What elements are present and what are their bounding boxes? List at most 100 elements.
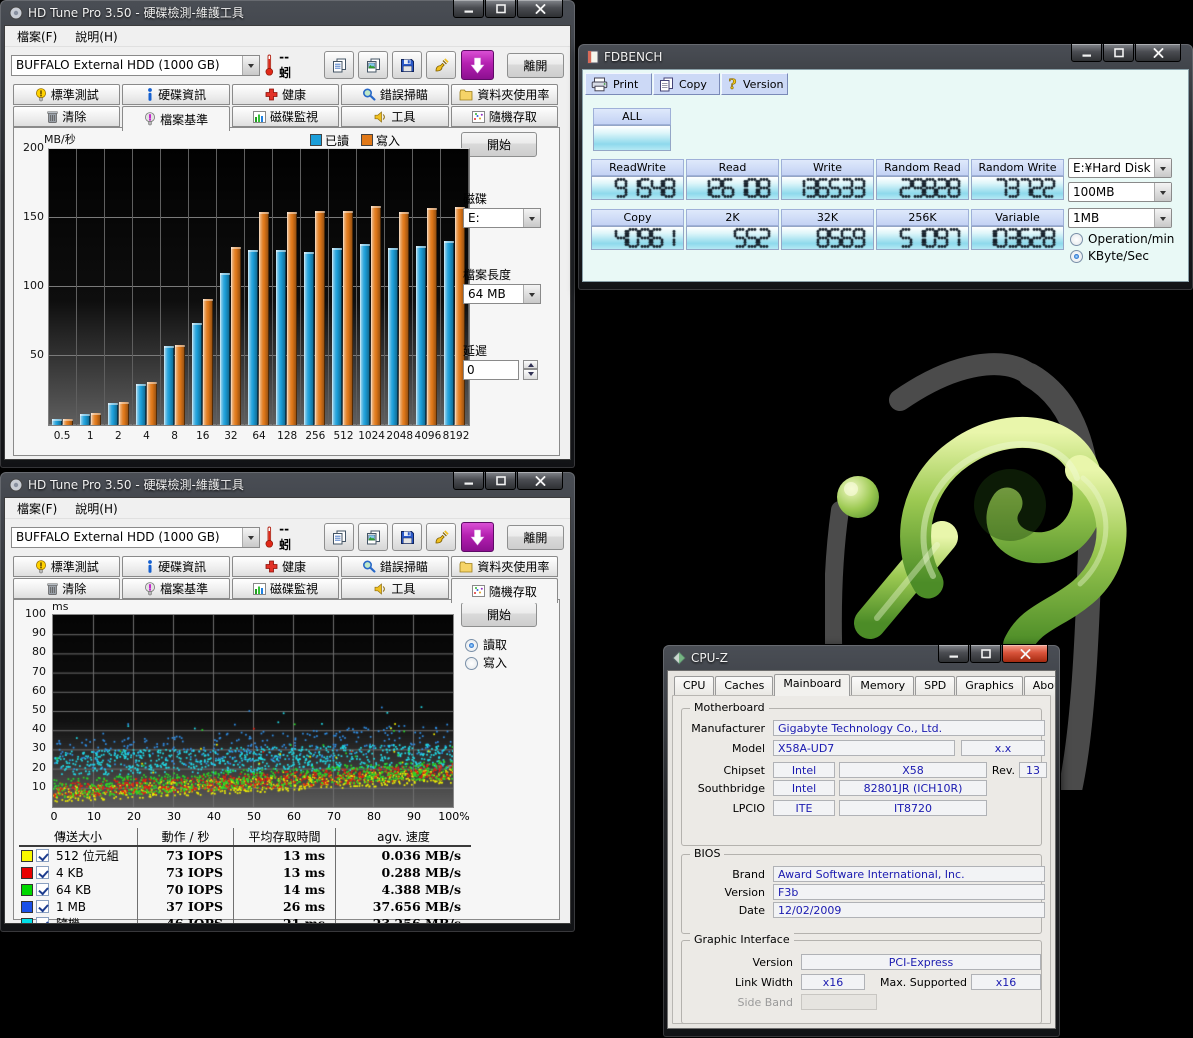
ops-per-sec-value: 70 IOPS bbox=[137, 881, 233, 898]
file-length-selector[interactable]: 64 MB bbox=[463, 284, 541, 304]
maximize-button[interactable] bbox=[1103, 43, 1134, 62]
titlebar[interactable]: FDBENCH bbox=[582, 44, 1189, 69]
menu-help[interactable]: 說明(H) bbox=[67, 499, 125, 518]
tab-mainboard[interactable]: Mainboard bbox=[774, 674, 850, 696]
combo-dropdown-button[interactable] bbox=[1154, 183, 1171, 201]
tab-error-scan[interactable]: 錯誤掃瞄 bbox=[341, 84, 448, 105]
tab-benchmark[interactable]: 標準測試 bbox=[13, 556, 120, 577]
save-button[interactable] bbox=[392, 523, 422, 551]
tab-tools[interactable]: 工具 bbox=[341, 106, 448, 127]
row-checkbox[interactable] bbox=[36, 917, 49, 924]
copy-button[interactable]: Copy bbox=[653, 73, 720, 95]
delay-input[interactable]: 0 bbox=[463, 360, 519, 380]
minimize-button[interactable] bbox=[453, 471, 484, 490]
tab-disk-monitor[interactable]: 磁碟監視 bbox=[232, 578, 339, 599]
kbyte-sec-radio[interactable]: KByte/Sec bbox=[1070, 249, 1149, 263]
copy-text-button[interactable] bbox=[324, 523, 354, 551]
minimize-button[interactable] bbox=[453, 0, 484, 18]
export-button[interactable] bbox=[461, 522, 494, 552]
cell-label: Read bbox=[686, 159, 779, 176]
start-button[interactable]: 開始 bbox=[461, 602, 537, 627]
titlebar[interactable]: CPU-Z bbox=[667, 645, 1056, 670]
minimize-button[interactable] bbox=[1071, 43, 1102, 62]
copy-screenshot-button[interactable] bbox=[358, 523, 388, 551]
tab-random-access[interactable]: 隨機存取 bbox=[451, 106, 558, 127]
y-tick-label: 50 bbox=[20, 703, 46, 716]
tab-file-benchmark[interactable]: 檔案基準 bbox=[122, 578, 229, 599]
close-button[interactable] bbox=[517, 471, 563, 490]
tab-benchmark[interactable]: 標準測試 bbox=[13, 84, 120, 105]
close-button[interactable] bbox=[517, 0, 563, 18]
tab-disk-monitor[interactable]: 磁碟監視 bbox=[232, 106, 339, 127]
drive-selector[interactable]: BUFFALO External HDD (1000 GB) bbox=[11, 527, 260, 548]
tab-error-scan[interactable]: 錯誤掃瞄 bbox=[341, 556, 448, 577]
export-button[interactable] bbox=[461, 50, 494, 80]
close-button[interactable] bbox=[1002, 644, 1048, 663]
maximize-button[interactable] bbox=[970, 644, 1001, 663]
block-size-selector[interactable]: 1MB bbox=[1068, 208, 1172, 228]
titlebar[interactable]: HD Tune Pro 3.50 - 硬碟檢測-維護工具 bbox=[4, 0, 571, 25]
tab-random-access[interactable]: 隨機存取 bbox=[451, 578, 558, 603]
drive-selector[interactable]: E:¥Hard Disk bbox=[1068, 158, 1172, 178]
spinner-down-button[interactable] bbox=[523, 369, 538, 380]
close-button[interactable] bbox=[1135, 43, 1181, 62]
table-row: 1 MB37 IOPS26 ms37.656 MB/s bbox=[19, 898, 471, 915]
combo-dropdown-button[interactable] bbox=[523, 285, 540, 303]
tab-label: 資料夾使用率 bbox=[477, 86, 549, 103]
maximize-button[interactable] bbox=[485, 471, 516, 490]
write-radio[interactable]: 寫入 bbox=[465, 654, 507, 671]
spinner-up-button[interactable] bbox=[523, 360, 538, 369]
read-radio[interactable]: 讀取 bbox=[465, 636, 507, 653]
menu-help[interactable]: 說明(H) bbox=[67, 27, 125, 46]
magnifier-icon bbox=[362, 88, 376, 101]
tab-folder-usage[interactable]: 資料夾使用率 bbox=[451, 84, 558, 105]
tab-folder-usage[interactable]: 資料夾使用率 bbox=[451, 556, 558, 577]
options-button[interactable] bbox=[426, 51, 456, 79]
combo-dropdown-button[interactable] bbox=[523, 209, 540, 227]
tab-erase[interactable]: 清除 bbox=[13, 578, 120, 599]
minimize-button[interactable] bbox=[938, 644, 969, 663]
tab-health[interactable]: 健康 bbox=[232, 84, 339, 105]
lcd-digits bbox=[877, 177, 968, 199]
lcd-digits bbox=[592, 227, 683, 249]
start-button[interactable]: 開始 bbox=[461, 132, 537, 157]
options-button[interactable] bbox=[426, 523, 456, 551]
save-button[interactable] bbox=[392, 51, 422, 79]
tab-drive-info[interactable]: 硬碟資訊 bbox=[122, 84, 229, 105]
print-button[interactable]: Print bbox=[585, 73, 652, 95]
file-size-selector[interactable]: 100MB bbox=[1068, 182, 1172, 202]
copy-screenshot-button[interactable] bbox=[358, 51, 388, 79]
maximize-button[interactable] bbox=[485, 0, 516, 18]
row-checkbox[interactable] bbox=[36, 883, 49, 896]
combo-dropdown-button[interactable] bbox=[1154, 209, 1171, 227]
copy-text-button[interactable] bbox=[324, 51, 354, 79]
disk-selector[interactable]: E: bbox=[463, 208, 541, 228]
tab-tools[interactable]: 工具 bbox=[341, 578, 448, 599]
tab-drive-info[interactable]: 硬碟資訊 bbox=[122, 556, 229, 577]
column-header: 傳送大小 bbox=[19, 828, 137, 845]
menu-file[interactable]: 檔案(F) bbox=[9, 27, 65, 46]
tab-row-1: 標準測試硬碟資訊健康錯誤掃瞄資料夾使用率 bbox=[13, 556, 560, 577]
tab-label: 檔案基準 bbox=[160, 111, 208, 128]
group-label: Graphic Interface bbox=[690, 933, 794, 946]
row-checkbox[interactable] bbox=[36, 866, 49, 879]
menu-file[interactable]: 檔案(F) bbox=[9, 499, 65, 518]
field-label: LPCIO bbox=[677, 802, 765, 815]
exit-button[interactable]: 離開 bbox=[507, 53, 564, 78]
delay-spinner[interactable] bbox=[523, 360, 538, 380]
combo-dropdown-button[interactable] bbox=[242, 56, 259, 75]
tab-erase[interactable]: 清除 bbox=[13, 106, 120, 127]
drive-selector[interactable]: BUFFALO External HDD (1000 GB) bbox=[11, 55, 260, 76]
tab-file-benchmark[interactable]: 檔案基準 bbox=[122, 106, 229, 131]
combo-dropdown-button[interactable] bbox=[1154, 159, 1171, 177]
version-button[interactable]: ?Version bbox=[721, 73, 788, 95]
titlebar[interactable]: HD Tune Pro 3.50 - 硬碟檢測-維護工具 bbox=[4, 472, 571, 497]
exit-button[interactable]: 離開 bbox=[507, 525, 564, 550]
tab-health[interactable]: 健康 bbox=[232, 556, 339, 577]
legend-label: 寫入 bbox=[376, 134, 400, 148]
operation-min-radio[interactable]: Operation/min bbox=[1070, 232, 1174, 246]
tab-label: 健康 bbox=[282, 86, 306, 103]
row-checkbox[interactable] bbox=[36, 900, 49, 913]
combo-dropdown-button[interactable] bbox=[242, 528, 259, 547]
row-checkbox[interactable] bbox=[36, 849, 49, 862]
